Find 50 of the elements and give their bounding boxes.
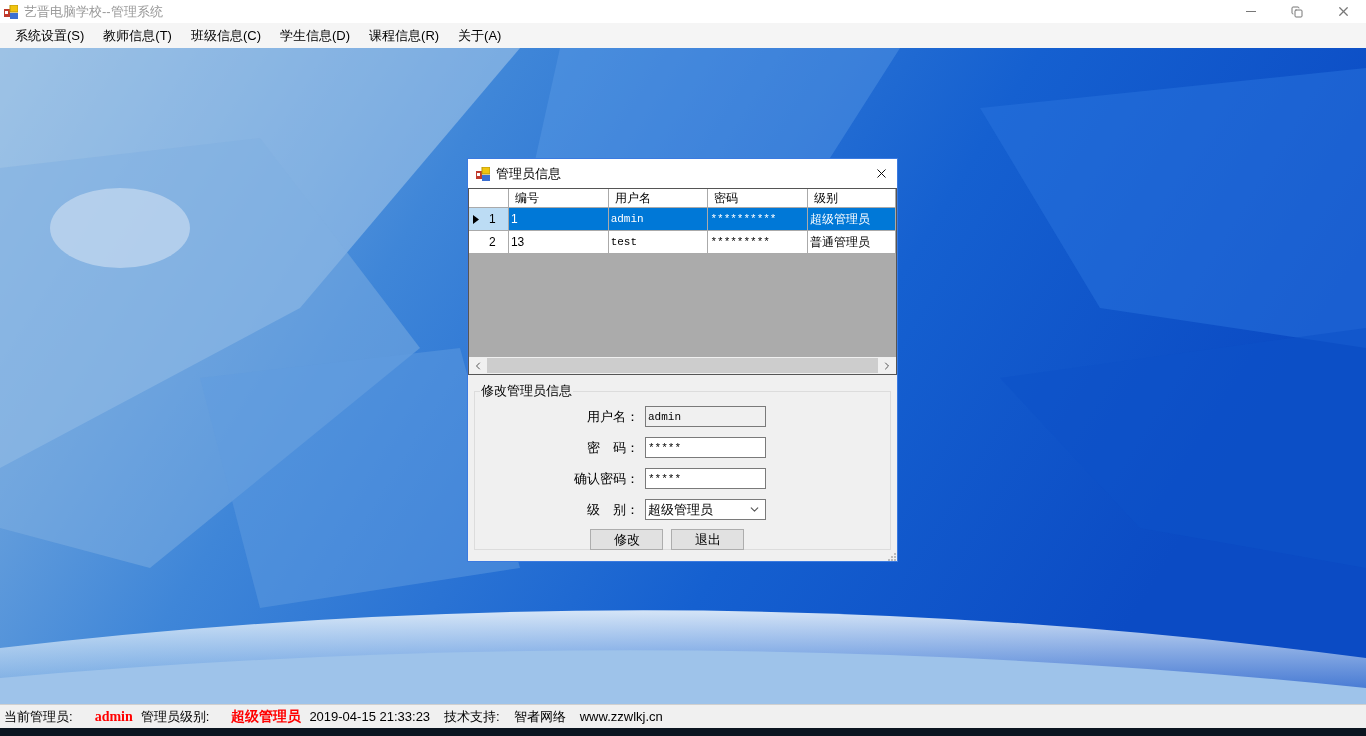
resize-grip-icon (888, 553, 896, 561)
status-text: 当前管理员: (4, 707, 73, 726)
group-title: 修改管理员信息 (480, 384, 573, 398)
column-header[interactable]: 编号 (508, 189, 609, 207)
table-cell: 13 (508, 231, 609, 253)
status-text: www.zzwlkj.cn (579, 707, 663, 726)
table-cell: admin (608, 208, 709, 230)
table-cell: ********** (708, 208, 809, 230)
table-cell: 超级管理员 (808, 208, 896, 230)
table-cell: test (608, 231, 709, 253)
window-title: 艺晋电脑学校--管理系统 (24, 2, 163, 21)
row-header[interactable]: 1 (469, 208, 509, 230)
menu-item[interactable]: 班级信息(C) (183, 23, 268, 48)
status-value: admin (94, 708, 133, 726)
table-cell: ********* (708, 231, 809, 253)
menu-item[interactable]: 教师信息(T) (96, 23, 179, 48)
scrollbar-thumb[interactable] (487, 358, 878, 373)
table-cell: 普通管理员 (808, 231, 896, 253)
table-cell: 1 (508, 208, 609, 230)
menu-item[interactable]: 课程信息(R) (362, 23, 447, 48)
app-icon (476, 166, 490, 181)
field-label: 用户名： (586, 407, 639, 426)
column-header[interactable]: 用户名 (608, 189, 709, 207)
restore-icon (1291, 5, 1303, 18)
dialog-button[interactable]: 退出 (671, 529, 744, 550)
status-text: 管理员级别: (140, 707, 210, 726)
app-icon (4, 4, 18, 19)
status-text: 技术支持: (444, 707, 500, 726)
field-label: 确认密码： (573, 469, 639, 488)
row-header[interactable]: 2 (469, 231, 509, 253)
horizontal-scrollbar[interactable] (469, 357, 896, 374)
status-text: 智者网络 (513, 707, 566, 726)
minimize-icon (1246, 11, 1256, 12)
column-header[interactable]: 密码 (708, 189, 809, 207)
menu-item[interactable]: 关于(A) (451, 23, 509, 48)
current-row-icon (473, 214, 479, 224)
column-header[interactable]: 级别 (808, 189, 896, 207)
row-number: 1 (489, 211, 496, 228)
menu-item[interactable]: 学生信息(D) (273, 23, 358, 48)
input-field[interactable]: ***** (645, 437, 766, 458)
dialog-button[interactable]: 修改 (590, 529, 663, 550)
menu-item[interactable]: 系统设置(S) (8, 23, 92, 48)
field-label: 密 码： (586, 438, 639, 457)
dialog-title: 管理员信息 (496, 164, 561, 183)
input-field[interactable]: ***** (645, 468, 766, 489)
level-dropdown[interactable]: 超级管理员 (645, 499, 766, 520)
status-value: 超级管理员 (231, 708, 302, 726)
status-text: 2019-04-15 21:33:23 (309, 707, 431, 726)
field-label: 级 别： (586, 500, 639, 519)
row-number: 2 (489, 234, 496, 251)
